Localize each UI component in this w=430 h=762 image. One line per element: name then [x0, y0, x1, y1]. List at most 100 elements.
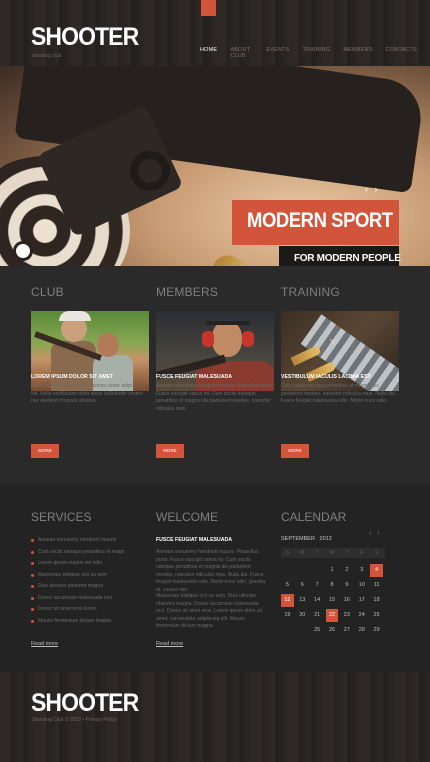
list-item[interactable]: Cum sociis natoque penatibus et magn	[31, 547, 124, 559]
calendar-day[interactable]: 23	[340, 609, 353, 622]
calendar-nav-arrows-icon[interactable]: ‹ ›	[369, 530, 382, 537]
footer-logo[interactable]: SHOOTER	[31, 689, 139, 718]
calendar-heading: CALENDAR	[281, 510, 347, 524]
calendar-grid: 1 2 3 4 5 6 7 8 9 10 11 12 13 14 15 16 17 18 19 20 21 22 23 24 2…	[281, 564, 385, 639]
pistol-trigger	[130, 151, 170, 191]
calendar-day[interactable]: 24	[355, 609, 368, 622]
calendar-day[interactable]: 22	[325, 609, 339, 622]
calendar-day[interactable]: 16	[340, 594, 353, 607]
calendar-day[interactable]: 20	[296, 609, 309, 622]
feature-desc: Aenean nonummy hendrerit mauris. Phasell…	[156, 383, 273, 412]
calendar-day[interactable]: 2	[340, 564, 353, 577]
nav-item-events[interactable]: EVENTS	[266, 47, 289, 59]
calendar-month: SEPTEMBER 2012	[281, 536, 332, 542]
list-item[interactable]: Maecenas tristique orci ac sem	[31, 570, 124, 582]
nav-item-about-club[interactable]: ABOUT CLUB	[230, 47, 253, 59]
hero-headline: MODERN SPORT	[247, 209, 393, 232]
more-button[interactable]: MORE	[31, 444, 59, 458]
calendar-day[interactable]: 4	[370, 564, 384, 577]
calendar-week: 19 20 21 22 23 24 25	[281, 609, 385, 624]
calendar-day[interactable]: 19	[281, 609, 294, 622]
weekday-label: S	[374, 550, 379, 556]
calendar-day[interactable]: 8	[326, 579, 339, 592]
calendar-day[interactable]: 11	[370, 579, 383, 592]
feature-desc: Cum sociis natoque penatibus et magnis d…	[281, 383, 397, 404]
calendar-empty-cell	[281, 624, 294, 637]
calendar-day[interactable]: 13	[296, 594, 309, 607]
calendar-day[interactable]: 17	[355, 594, 368, 607]
calendar-year: 2012	[319, 536, 332, 542]
welcome-read-more-link[interactable]: Read more	[156, 641, 183, 647]
calendar-day[interactable]: 18	[370, 594, 383, 607]
feature-title: FUSCE FEUGIAT MALESUADA	[156, 374, 232, 380]
calendar-day[interactable]: 25	[311, 624, 324, 637]
services-list: Aenean nonummy hendrerit mauris Cum soci…	[31, 535, 124, 627]
calendar-day[interactable]: 14	[311, 594, 324, 607]
calendar-day[interactable]: 12	[281, 594, 294, 607]
weekday-label: T	[345, 550, 349, 556]
calendar-day[interactable]: 7	[311, 579, 324, 592]
nav-item-home[interactable]: HOME	[200, 47, 217, 59]
calendar-day[interactable]: 1	[326, 564, 339, 577]
site-header: SHOOTER shooting club HOME ABOUT CLUB EV…	[0, 0, 430, 66]
calendar-widget: SEPTEMBER 2012 ‹ › S M T W T F S 1234567…	[281, 530, 385, 633]
weekday-label: T	[315, 550, 319, 556]
calendar-day[interactable]: 6	[296, 579, 309, 592]
calendar-day[interactable]: 29	[370, 624, 383, 637]
nav-item-members[interactable]: MEMBERS	[343, 47, 372, 59]
welcome-heading: WELCOME	[156, 510, 219, 524]
list-item[interactable]: Aenean nonummy hendrerit mauris	[31, 535, 124, 547]
list-item[interactable]: Donec accumsan malesuada orci	[31, 593, 124, 605]
calendar-day[interactable]: 25	[370, 609, 383, 622]
services-read-more-link[interactable]: Read more	[31, 641, 58, 647]
welcome-paragraph: Maecenas tristique orci ac sem. Duis ult…	[156, 593, 262, 629]
list-item[interactable]: Lorem ipsum mauris vel odio	[31, 558, 124, 570]
feature-title: VESTIBULUM IACULIS LACINIA EST	[281, 374, 371, 380]
feature-title: LOREM IPSUM DOLOR SIT AMET	[31, 374, 114, 380]
site-logo[interactable]: SHOOTER	[31, 23, 139, 52]
list-item[interactable]: Duis ultricies pharetra magna	[31, 581, 124, 593]
feature-desc: Lorem ipsum dolor sit amet conse ctetur …	[31, 383, 145, 404]
more-button[interactable]: MORE	[281, 444, 309, 458]
hero-slider: ‹ › MODERN SPORT FOR MODERN PEOPLE	[0, 66, 430, 266]
calendar-day[interactable]: 5	[281, 579, 294, 592]
site-footer: SHOOTER Shooting Club © 2012 • Privacy P…	[0, 672, 430, 762]
calendar-day[interactable]: 21	[311, 609, 324, 622]
calendar-day[interactable]: 3	[355, 564, 368, 577]
feature-heading: MEMBERS	[156, 285, 219, 299]
active-nav-marker	[201, 0, 216, 16]
info-section: SERVICES Aenean nonummy hendrerit mauris…	[0, 484, 430, 672]
site-tagline: shooting club	[32, 53, 62, 59]
services-heading: SERVICES	[31, 510, 92, 524]
calendar-month-name: SEPTEMBER	[281, 536, 315, 542]
hero-headline-badge: MODERN SPORT	[232, 200, 399, 245]
slider-arrows-icon[interactable]: ‹ ›	[365, 184, 380, 194]
weekday-label: W	[329, 550, 335, 556]
more-button[interactable]: MORE	[156, 444, 184, 458]
nav-item-training[interactable]: TRAINING	[302, 47, 330, 59]
calendar-week: 25 26 27 28 29	[281, 624, 385, 639]
calendar-day[interactable]: 15	[326, 594, 339, 607]
calendar-empty-cell	[281, 564, 294, 577]
calendar-empty-cell	[296, 624, 309, 637]
feature-heading: CLUB	[31, 285, 64, 299]
bullet-hole	[16, 244, 30, 258]
calendar-day[interactable]: 28	[355, 624, 368, 637]
main-nav: HOME ABOUT CLUB EVENTS TRAINING MEMBERS …	[200, 47, 430, 59]
calendar-empty-cell	[296, 564, 309, 577]
weekday-label: S	[285, 550, 290, 556]
shell-casing	[207, 250, 288, 266]
calendar-empty-cell	[311, 564, 324, 577]
calendar-day[interactable]: 27	[340, 624, 353, 637]
list-item[interactable]: Mauris fermentum dictum magna	[31, 616, 124, 628]
weekday-label: M	[300, 550, 305, 556]
welcome-paragraph: Aenean nonummy hendrerit mauris. Phasell…	[156, 549, 266, 593]
list-item[interactable]: Donec sit amet eros lorem	[31, 604, 124, 616]
calendar-day[interactable]: 10	[355, 579, 368, 592]
calendar-day[interactable]: 9	[340, 579, 353, 592]
calendar-day[interactable]: 26	[326, 624, 339, 637]
nav-item-contacts[interactable]: CONTACTS	[386, 47, 417, 59]
calendar-week: 12 13 14 15 16 17 18	[281, 594, 385, 609]
weekday-label: F	[360, 550, 364, 556]
features-section: CLUB LOREM IPSUM DOLOR SIT AMET Lorem ip…	[0, 266, 430, 484]
